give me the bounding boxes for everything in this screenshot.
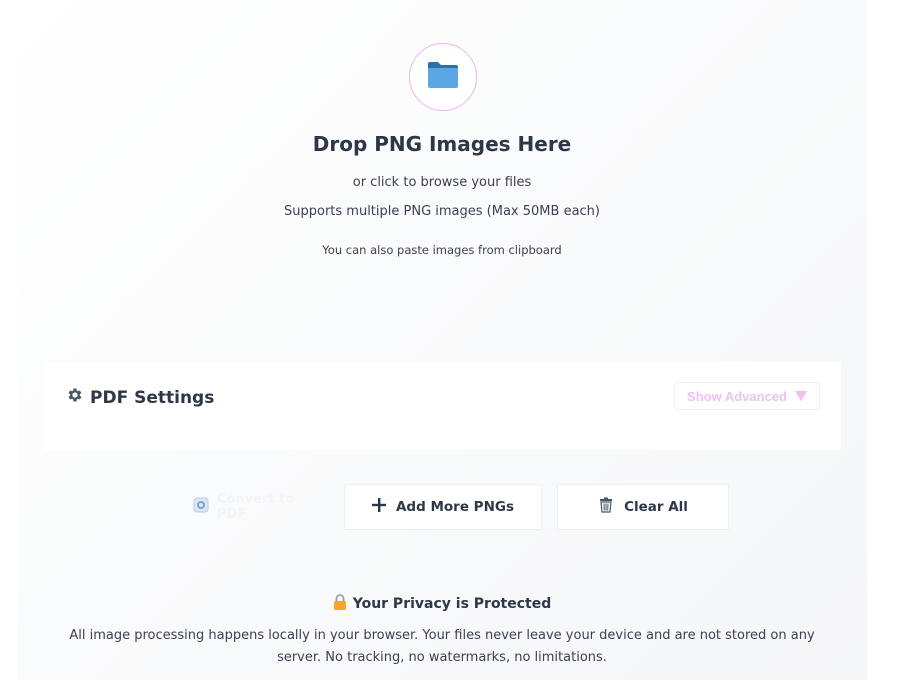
- privacy-title: Your Privacy is Protected: [352, 596, 552, 612]
- settings-title: PDF Settings: [90, 387, 215, 408]
- drop-support-text: Supports multiple PNG images (Max 50MB e…: [284, 204, 600, 219]
- folder-icon-circle: [409, 43, 477, 111]
- drop-paste-hint: You can also paste images from clipboard: [322, 243, 562, 257]
- clear-all-button[interactable]: Clear All: [557, 484, 729, 530]
- pdf-settings-card: PDF Settings Show Advanced: [44, 362, 841, 450]
- folder-icon: [426, 60, 460, 94]
- privacy-heading: Your Privacy is Protected: [17, 594, 867, 614]
- lock-icon: [333, 594, 347, 614]
- add-more-label: Add More PNGs: [395, 499, 514, 515]
- main-panel: Drop PNG Images Here or click to browse …: [17, 0, 867, 680]
- clear-all-label: Clear All: [624, 499, 688, 515]
- gear-icon: [66, 386, 84, 409]
- convert-label: Convert to PDF: [217, 492, 295, 522]
- settings-header: PDF Settings: [66, 386, 214, 409]
- pdf-icon: [193, 497, 209, 517]
- drop-title: Drop PNG Images Here: [312, 132, 572, 156]
- show-advanced-label: Show Advanced: [687, 388, 787, 404]
- drop-subtitle: or click to browse your files: [352, 175, 532, 190]
- convert-button[interactable]: Convert to PDF: [177, 484, 327, 530]
- add-more-pngs-button[interactable]: Add More PNGs: [344, 484, 542, 530]
- privacy-text: All image processing happens locally in …: [69, 628, 815, 665]
- plus-icon: [371, 498, 386, 516]
- trash-icon: [598, 497, 614, 517]
- drop-zone[interactable]: Drop PNG Images Here or click to browse …: [17, 0, 867, 320]
- caret-down-icon: [794, 389, 807, 404]
- show-advanced-button[interactable]: Show Advanced: [674, 382, 820, 410]
